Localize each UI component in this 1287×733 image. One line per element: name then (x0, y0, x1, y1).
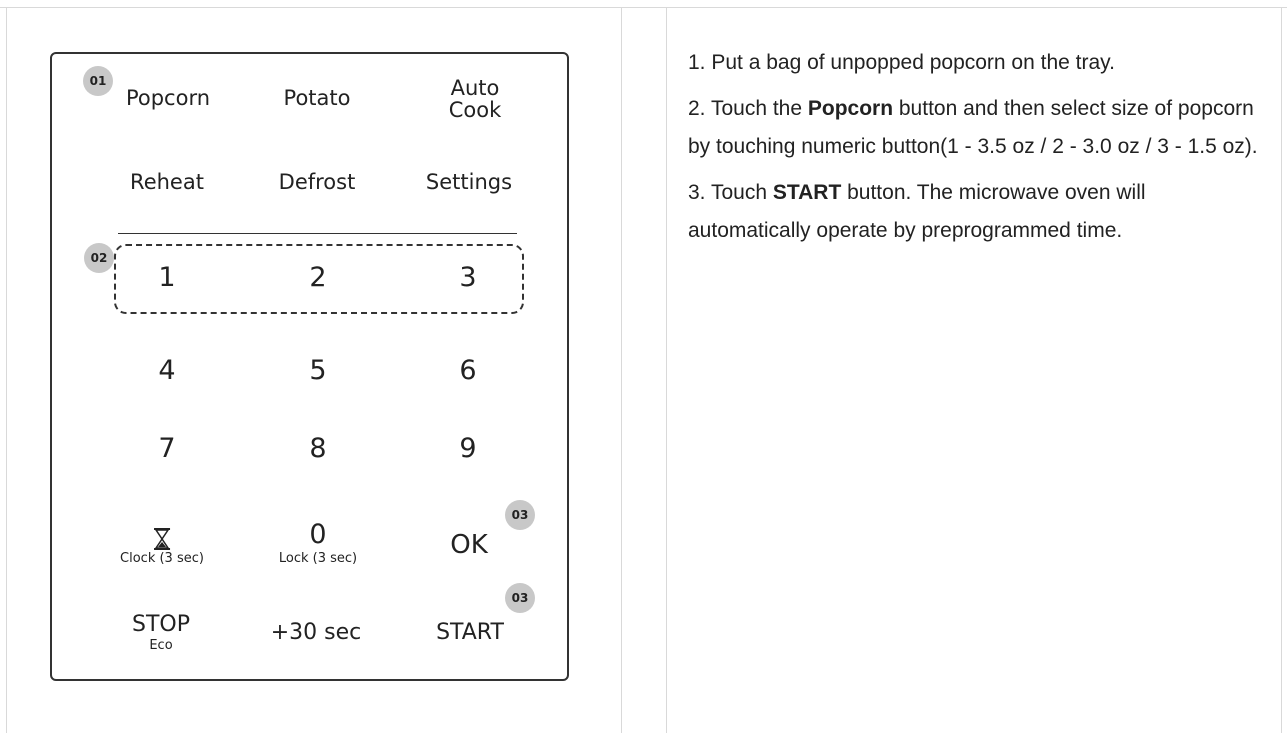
number-5-button[interactable]: 5 (309, 355, 326, 386)
start-button[interactable]: START (436, 620, 504, 645)
instruction-step-2: 2. Touch the Popcorn button and then sel… (688, 90, 1268, 166)
lock-label: Lock (3 sec) (278, 551, 358, 566)
clock-button[interactable]: Clock (3 sec) (120, 528, 204, 566)
table-cell-border (666, 7, 667, 733)
step-1-text: 1. Put a bag of unpopped popcorn on the … (688, 51, 1115, 74)
number-1-button[interactable]: 1 (158, 262, 175, 293)
auto-cook-label-line2: Cook (448, 98, 502, 122)
defrost-button[interactable]: Defrost (279, 170, 356, 194)
callout-badge-02: 02 (84, 243, 114, 273)
settings-button[interactable]: Settings (426, 170, 512, 194)
number-6-button[interactable]: 6 (459, 355, 476, 386)
table-top-border (0, 7, 1287, 8)
number-8-button[interactable]: 8 (309, 433, 326, 464)
number-9-button[interactable]: 9 (459, 433, 476, 464)
stop-label: STOP (132, 612, 190, 637)
number-7-button[interactable]: 7 (158, 433, 175, 464)
step-2-bold: Popcorn (807, 97, 894, 120)
number-0-label: 0 (309, 519, 327, 550)
auto-cook-button[interactable]: Auto Cook (449, 77, 502, 121)
reheat-button[interactable]: Reheat (130, 170, 204, 194)
clock-label: Clock (3 sec) (120, 551, 204, 566)
hourglass-icon (153, 528, 170, 550)
instruction-step-3: 3. Touch START button. The microwave ove… (688, 174, 1268, 250)
stop-eco-button[interactable]: STOP Eco (132, 612, 190, 654)
auto-cook-label-line1: Auto (450, 76, 500, 100)
callout-badge-03-start: 03 (505, 583, 535, 613)
popcorn-button[interactable]: Popcorn (126, 86, 210, 110)
potato-button[interactable]: Potato (284, 86, 351, 110)
number-2-button[interactable]: 2 (309, 262, 326, 293)
instructions: 1. Put a bag of unpopped popcorn on the … (688, 44, 1268, 258)
number-0-lock-button[interactable]: 0 Lock (3 sec) (278, 519, 358, 567)
step-2-text: 2. Touch the (688, 97, 808, 120)
plus-30-sec-button[interactable]: +30 sec (271, 620, 362, 645)
step-3-text: 3. Touch (688, 181, 773, 204)
callout-badge-01: 01 (83, 66, 113, 96)
table-left-border (6, 7, 7, 733)
instruction-step-1: 1. Put a bag of unpopped popcorn on the … (688, 44, 1268, 82)
ok-button[interactable]: OK (450, 530, 488, 560)
eco-label: Eco (149, 638, 173, 653)
number-4-button[interactable]: 4 (158, 355, 175, 386)
number-3-button[interactable]: 3 (459, 262, 476, 293)
step-3-bold: START (772, 181, 842, 204)
table-cell-border (621, 7, 622, 733)
table-right-border (1281, 7, 1282, 733)
panel-divider (118, 233, 517, 234)
callout-badge-03-ok: 03 (505, 500, 535, 530)
